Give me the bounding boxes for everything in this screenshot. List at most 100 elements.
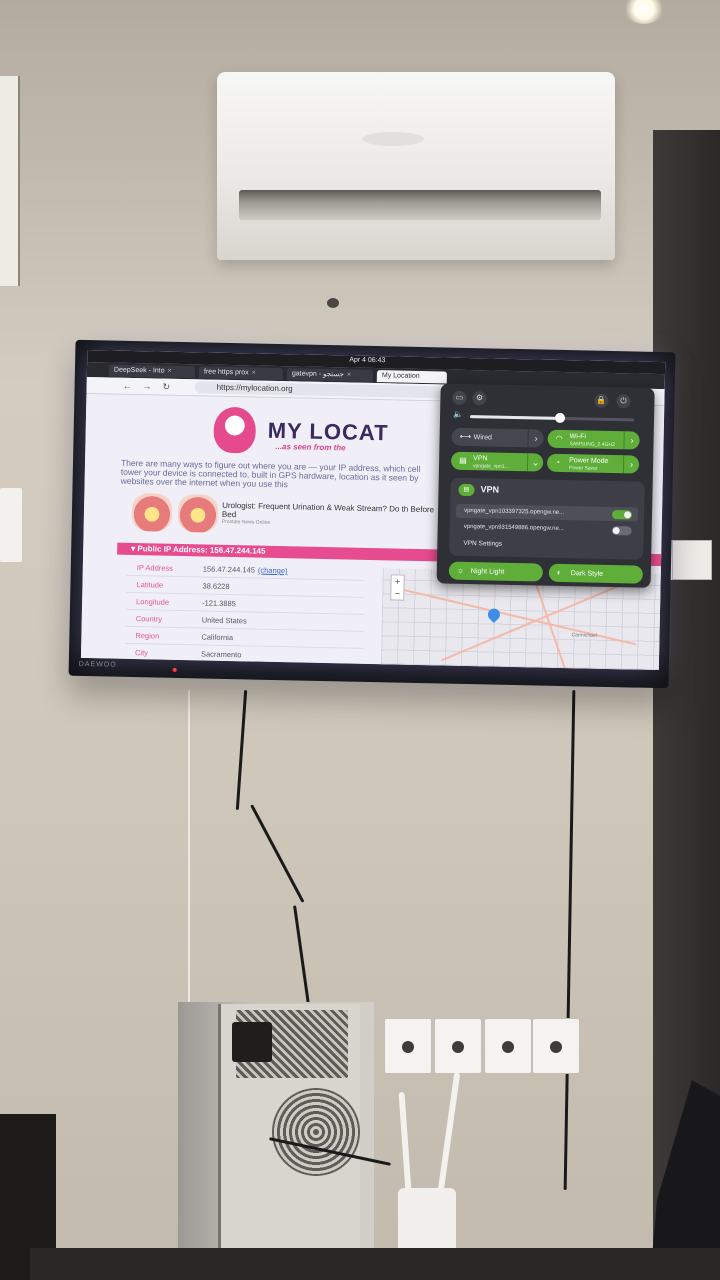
dark-style-toggle[interactable]: ◐ Dark Style <box>548 563 643 584</box>
wired-label: Wired <box>473 434 492 442</box>
floor-rail <box>30 1248 720 1280</box>
volume-slider-fill <box>470 415 561 420</box>
row-value: California <box>201 632 234 643</box>
tab-label: My Location <box>381 372 420 380</box>
vpn-settings-link[interactable]: VPN Settings <box>463 540 502 548</box>
row-label: Latitude <box>136 580 164 590</box>
power-mode-icon: ◔ <box>555 457 561 467</box>
map-road <box>401 588 637 646</box>
ac-logo-badge <box>362 132 424 146</box>
vpn-connection-name: vpngate_vpn931549886.opengw.ne... <box>463 523 564 533</box>
tab-label: gatevpn - جستجو <box>291 370 344 379</box>
tv-cable-white <box>188 690 190 1010</box>
zoom-out-button[interactable]: − <box>391 587 403 599</box>
row-value: 156.47.244.145 (change) <box>203 560 288 579</box>
wall-mark <box>327 298 339 308</box>
vpn-icon: ▤ <box>459 455 467 465</box>
socket-1 <box>384 1018 432 1074</box>
site-mascot-logo <box>213 406 257 454</box>
socket-4 <box>532 1018 580 1074</box>
tab-label: DeepSeek - Into <box>113 366 165 375</box>
chevron-down-icon[interactable]: ⌄ <box>526 453 544 472</box>
row-value: Sacramento <box>200 649 242 660</box>
quick-settings-panel: ▭ ⚙ 🔒 ⏻ 🔈 ⟷ Wired › ◠ Wi-Fi SAMSUNG_2.4G… <box>436 383 655 588</box>
night-light-icon: ☼ <box>456 565 465 575</box>
map-town-label: Carmichael <box>571 632 597 639</box>
back-icon[interactable]: ← <box>123 381 132 391</box>
wired-toggle[interactable]: ⟷ Wired › <box>451 427 544 448</box>
wifi-network: SAMSUNG_2.4GHZ <box>569 441 616 449</box>
ip-info-table: IP Address 156.47.244.145 (change) Latitu… <box>124 558 365 666</box>
tv-screen: Apr 4 06:43 DeepSeek - Into × free https … <box>80 350 666 671</box>
air-conditioner <box>217 72 615 260</box>
forward-icon[interactable]: → <box>143 381 152 391</box>
vpn-connection-name: vpngate_vpn103397325.opengw.ne... <box>464 507 565 517</box>
tab-proxy[interactable]: free https prox × <box>198 366 284 381</box>
vpn-connection-1[interactable]: vpngate_vpn103397325.opengw.ne... <box>455 503 639 522</box>
pc-fan <box>272 1088 360 1176</box>
ad-image-2[interactable] <box>177 493 219 533</box>
tab-mylocation[interactable]: My Location <box>376 370 447 384</box>
map-zoom-control[interactable]: + − <box>390 574 405 601</box>
tab-label: free https prox <box>203 368 249 377</box>
power-icon[interactable]: ⏻ <box>616 394 631 409</box>
vpn-toggle[interactable]: ▤ VPN vpngate_vpn1... ⌄ <box>450 451 544 472</box>
television: Apr 4 06:43 DeepSeek - Into × free https … <box>68 339 676 689</box>
row-value: United States <box>201 615 247 626</box>
ad-image-1[interactable] <box>131 492 173 532</box>
chevron-right-icon[interactable]: › <box>623 431 640 450</box>
network-icon: ⟷ <box>459 431 472 442</box>
change-link[interactable]: (change) <box>258 566 288 576</box>
chevron-right-icon[interactable]: › <box>622 455 640 474</box>
row-label: Country <box>135 614 163 624</box>
socket-2 <box>434 1018 482 1074</box>
dark-style-icon: ◐ <box>556 567 562 577</box>
wifi-icon: ◠ <box>555 433 563 443</box>
vpn-icon: ▤ <box>458 483 475 497</box>
settings-icon[interactable]: ⚙ <box>472 391 487 406</box>
lock-icon[interactable]: 🔒 <box>594 393 609 408</box>
ad-source: Prostate News Online <box>221 518 271 526</box>
close-icon[interactable]: × <box>347 371 351 378</box>
dark-style-label: Dark Style <box>570 570 604 578</box>
tab-gatevpn[interactable]: gatevpn - جستجو × <box>286 368 374 382</box>
thermostat <box>0 488 22 562</box>
vpn-connection-2[interactable]: vpngate_vpn931549886.opengw.ne... <box>456 520 638 538</box>
table-row: City Sacramento <box>124 643 364 666</box>
wifi-toggle[interactable]: ◠ Wi-Fi SAMSUNG_2.4GHZ › <box>547 429 640 450</box>
map-road <box>440 581 627 662</box>
row-label: IP Address <box>136 563 174 573</box>
wall-sockets <box>384 1018 580 1078</box>
volume-slider[interactable] <box>470 412 635 424</box>
screenshot-icon[interactable]: ▭ <box>452 390 467 405</box>
volume-slider-knob[interactable] <box>555 412 566 424</box>
url-text: https://mylocation.org <box>216 382 293 394</box>
clock[interactable]: Apr 4 06:43 <box>349 356 385 364</box>
row-label: Region <box>135 631 160 641</box>
wall-switch <box>672 540 712 580</box>
row-label: City <box>134 648 149 658</box>
row-value: -121.3885 <box>202 598 236 609</box>
tv-brand-logo: DAEWOO <box>78 660 117 669</box>
close-icon[interactable]: × <box>167 368 171 375</box>
night-light-label: Night Light <box>470 568 505 576</box>
zoom-in-button[interactable]: + <box>391 575 403 587</box>
intro-paragraph: There are many ways to figure out where … <box>120 457 421 490</box>
volume-icon: 🔈 <box>453 409 464 419</box>
reload-icon[interactable]: ↻ <box>162 382 171 393</box>
night-light-toggle[interactable]: ☼ Night Light <box>448 561 543 582</box>
pc-power-socket <box>232 1022 272 1062</box>
ip-value: 156.47.244.145 <box>202 564 256 575</box>
chevron-right-icon[interactable]: › <box>527 429 544 448</box>
socket-3 <box>484 1018 532 1074</box>
tab-deepseek[interactable]: DeepSeek - Into × <box>108 364 196 379</box>
vpn-switch-off[interactable] <box>611 526 632 536</box>
vpn-switch-on[interactable] <box>611 510 633 520</box>
row-label: Longitude <box>136 597 170 607</box>
vpn-connection: vpngate_vpn1... <box>472 463 509 470</box>
vpn-menu: ▤ VPN vpngate_vpn103397325.opengw.ne... … <box>449 477 645 560</box>
close-icon[interactable]: × <box>252 369 256 376</box>
row-value: 38.6228 <box>202 581 230 592</box>
power-mode-toggle[interactable]: ◔ Power Mode Power Saver › <box>546 453 640 474</box>
address-bar[interactable]: https://mylocation.org <box>194 381 445 399</box>
